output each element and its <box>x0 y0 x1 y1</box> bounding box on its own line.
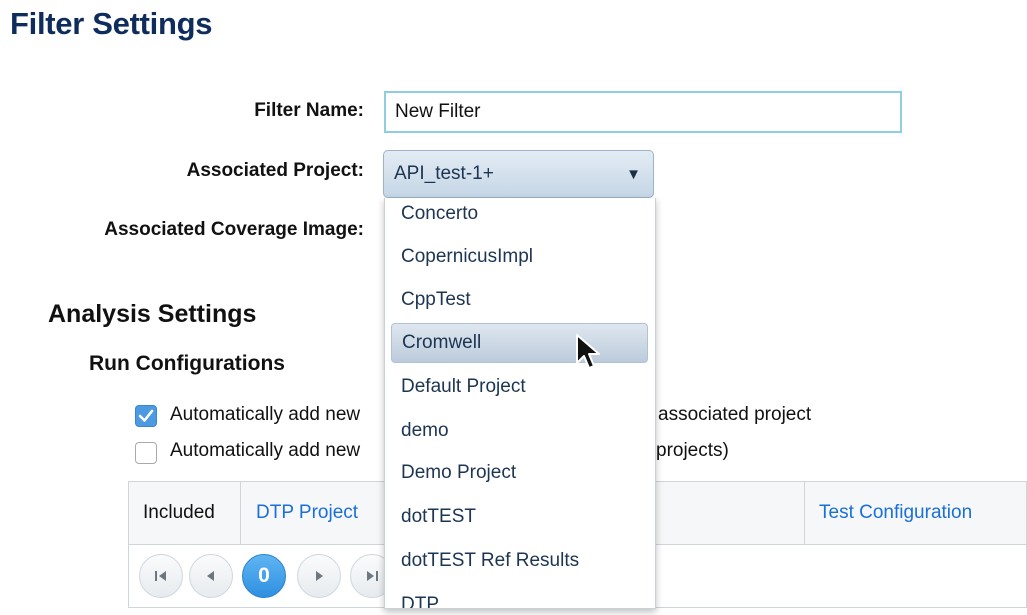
dropdown-option[interactable]: dotTEST Ref Results <box>391 541 648 581</box>
filter-name-input[interactable] <box>384 91 902 133</box>
first-page-button[interactable] <box>139 554 183 598</box>
run-configurations-title: Run Configurations <box>89 352 285 375</box>
checkbox2-label-left: Automatically add new <box>170 440 361 461</box>
next-icon <box>316 571 323 581</box>
coverage-image-label: Associated Coverage Image: <box>104 219 364 240</box>
checkmark-icon <box>138 409 154 422</box>
checkbox1-label-right: associated project <box>658 404 812 425</box>
dropdown-option[interactable]: Concerto <box>391 198 648 234</box>
filter-name-label: Filter Name: <box>254 100 364 121</box>
auto-add-all-checkbox[interactable] <box>135 442 157 464</box>
last-page-icon <box>367 571 378 581</box>
page-title: Filter Settings <box>10 6 213 41</box>
analysis-settings-title: Analysis Settings <box>48 300 257 328</box>
dropdown-option-highlighted[interactable]: Cromwell <box>391 323 648 363</box>
column-header-dtp-project[interactable]: DTP Project <box>256 482 358 544</box>
associated-project-label: Associated Project: <box>186 160 364 181</box>
prev-page-button[interactable] <box>189 554 233 598</box>
project-dropdown-list[interactable]: Concerto CopernicusImpl CppTest Cromwell… <box>384 198 656 609</box>
prev-icon <box>207 571 214 581</box>
dropdown-option[interactable]: Demo Project <box>391 453 648 493</box>
dropdown-option[interactable]: demo <box>391 411 648 451</box>
next-page-button[interactable] <box>297 554 341 598</box>
dropdown-option[interactable]: DTP <box>391 585 648 608</box>
mouse-cursor-icon <box>576 334 600 369</box>
dropdown-option[interactable]: dotTEST <box>391 497 648 537</box>
associated-project-value: API_test-1+ <box>394 163 494 184</box>
dropdown-option[interactable]: Default Project <box>391 367 648 407</box>
column-header-test-configuration[interactable]: Test Configuration <box>819 482 972 544</box>
auto-add-associated-checkbox[interactable] <box>135 405 157 427</box>
current-page-button[interactable]: 0 <box>242 554 286 598</box>
associated-project-select[interactable]: API_test-1+ ▼ <box>383 150 654 198</box>
first-page-icon <box>155 571 166 581</box>
chevron-down-icon: ▼ <box>626 165 641 183</box>
checkbox1-label-left: Automatically add new <box>170 404 361 425</box>
dropdown-option[interactable]: CopernicusImpl <box>391 237 648 277</box>
dropdown-option[interactable]: CppTest <box>391 280 648 320</box>
column-header-included[interactable]: Included <box>143 482 215 544</box>
checkbox2-label-right: projects) <box>656 440 729 461</box>
